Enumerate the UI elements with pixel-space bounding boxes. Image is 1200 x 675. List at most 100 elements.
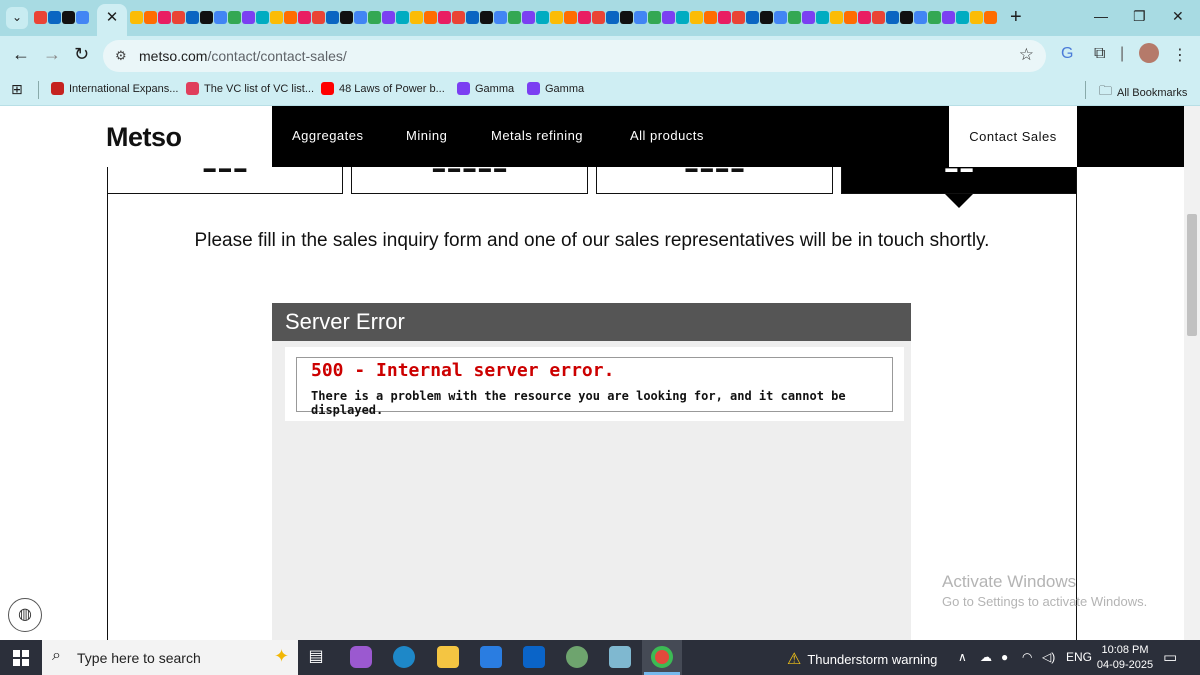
tab-favicon-icon[interactable]: [830, 11, 843, 24]
tab-favicon-icon[interactable]: [844, 11, 857, 24]
tab-favicon-icon[interactable]: [200, 11, 213, 24]
volume-icon[interactable]: ◁): [1042, 650, 1055, 664]
tab-favicon-icon[interactable]: [34, 11, 47, 24]
tab-favicon-icon[interactable]: [256, 11, 269, 24]
store-icon[interactable]: [480, 646, 502, 668]
system-clock[interactable]: 10:08 PM 04-09-2025: [1095, 643, 1155, 673]
tab-favicon-icon[interactable]: [158, 11, 171, 24]
microphone-icon[interactable]: ●: [1001, 650, 1008, 664]
inquiry-type-tab-3[interactable]: ▬ ▬ ▬ ▬: [596, 167, 833, 194]
wifi-icon[interactable]: ◠: [1022, 650, 1032, 664]
tab-favicon-icon[interactable]: [872, 11, 885, 24]
tab-favicon-icon[interactable]: [718, 11, 731, 24]
tab-favicon-icon[interactable]: [396, 11, 409, 24]
tab-favicon-icon[interactable]: [774, 11, 787, 24]
tab-favicon-icon[interactable]: [956, 11, 969, 24]
tab-favicon-icon[interactable]: [130, 11, 143, 24]
tab-favicon-icon[interactable]: [76, 11, 89, 24]
url-text[interactable]: metso.com/contact/contact-sales/: [139, 48, 347, 64]
bookmark-star-icon[interactable]: ☆: [1019, 45, 1034, 65]
nav-mining[interactable]: Mining: [406, 128, 447, 143]
pinned-tab-icons[interactable]: [34, 10, 89, 26]
nav-metals-refining[interactable]: Metals refining: [491, 128, 583, 143]
profile-avatar[interactable]: [1139, 43, 1159, 63]
tab-favicon-icon[interactable]: [606, 11, 619, 24]
tab-favicon-icon[interactable]: [480, 11, 493, 24]
tab-favicon-icon[interactable]: [620, 11, 633, 24]
windows-start-icon[interactable]: [13, 650, 29, 666]
file-explorer-icon[interactable]: [437, 646, 459, 668]
restore-button[interactable]: ❐: [1133, 8, 1146, 25]
chrome-icon[interactable]: [651, 646, 673, 668]
tab-favicon-icon[interactable]: [676, 11, 689, 24]
tab-favicon-icon[interactable]: [564, 11, 577, 24]
tab-favicon-icon[interactable]: [340, 11, 353, 24]
tab-favicon-icon[interactable]: [592, 11, 605, 24]
show-hidden-icons-chevron-icon[interactable]: ∧: [958, 650, 967, 664]
apps-grid-icon[interactable]: ⊞: [11, 81, 23, 98]
tab-favicon-icon[interactable]: [984, 11, 997, 24]
edge-icon[interactable]: [393, 646, 415, 668]
forward-arrow-icon[interactable]: →: [43, 44, 61, 65]
active-tab-close-button[interactable]: ✕: [97, 4, 127, 36]
notification-center-icon[interactable]: ▭: [1163, 648, 1177, 666]
cookie-settings-icon[interactable]: ◍: [8, 598, 42, 632]
new-tab-button[interactable]: +: [1010, 6, 1022, 29]
close-window-button[interactable]: ✕: [1172, 8, 1184, 25]
tab-search-button[interactable]: ⌄: [6, 7, 28, 29]
nav-aggregates[interactable]: Aggregates: [292, 128, 364, 143]
background-tab-icons[interactable]: [130, 10, 997, 26]
tab-favicon-icon[interactable]: [970, 11, 983, 24]
back-arrow-icon[interactable]: ←: [12, 44, 30, 65]
tab-favicon-icon[interactable]: [466, 11, 479, 24]
tab-favicon-icon[interactable]: [424, 11, 437, 24]
tab-favicon-icon[interactable]: [788, 11, 801, 24]
site-info-icon[interactable]: ⚙: [115, 48, 131, 64]
minimize-button[interactable]: —: [1094, 8, 1108, 24]
tab-favicon-icon[interactable]: [522, 11, 535, 24]
bookmark-gamma-2[interactable]: Gamma: [527, 82, 584, 95]
tab-favicon-icon[interactable]: [368, 11, 381, 24]
scrollbar-thumb[interactable]: [1187, 214, 1197, 336]
tab-favicon-icon[interactable]: [228, 11, 241, 24]
menu-kebab-icon[interactable]: ⋮: [1172, 45, 1188, 65]
task-view-icon[interactable]: ▤: [305, 646, 327, 668]
cloud-icon[interactable]: ☁: [980, 650, 992, 664]
tab-favicon-icon[interactable]: [704, 11, 717, 24]
tab-favicon-icon[interactable]: [746, 11, 759, 24]
weather-widget[interactable]: ⚠ Thunderstorm warning: [787, 649, 937, 669]
bookmark-gamma-1[interactable]: Gamma: [457, 82, 514, 95]
inquiry-type-tab-active[interactable]: ▬ ▬: [841, 167, 1077, 194]
tab-favicon-icon[interactable]: [242, 11, 255, 24]
bookmark-international-expansion[interactable]: International Expans...: [51, 82, 178, 95]
inquiry-type-tab-1[interactable]: ▬ ▬ ▬: [107, 167, 343, 194]
reload-icon[interactable]: ↻: [74, 44, 89, 65]
tab-favicon-icon[interactable]: [214, 11, 227, 24]
tab-favicon-icon[interactable]: [312, 11, 325, 24]
tab-favicon-icon[interactable]: [172, 11, 185, 24]
tab-favicon-icon[interactable]: [186, 11, 199, 24]
tab-favicon-icon[interactable]: [760, 11, 773, 24]
tab-favicon-icon[interactable]: [858, 11, 871, 24]
tab-favicon-icon[interactable]: [48, 11, 61, 24]
tab-favicon-icon[interactable]: [802, 11, 815, 24]
translate-icon[interactable]: G: [1061, 45, 1073, 63]
metso-logo[interactable]: Metso: [106, 122, 182, 153]
tab-favicon-icon[interactable]: [410, 11, 423, 24]
tab-favicon-icon[interactable]: [536, 11, 549, 24]
language-indicator[interactable]: ENG: [1066, 650, 1092, 664]
all-bookmarks-button[interactable]: 🗀 All Bookmarks: [1099, 82, 1187, 104]
contact-sales-button[interactable]: Contact Sales: [949, 106, 1077, 167]
tab-favicon-icon[interactable]: [816, 11, 829, 24]
tab-favicon-icon[interactable]: [452, 11, 465, 24]
outlook-icon[interactable]: [523, 646, 545, 668]
tab-favicon-icon[interactable]: [382, 11, 395, 24]
tab-favicon-icon[interactable]: [886, 11, 899, 24]
extensions-icon[interactable]: ⧉: [1094, 45, 1105, 63]
tab-favicon-icon[interactable]: [270, 11, 283, 24]
tab-favicon-icon[interactable]: [662, 11, 675, 24]
tab-favicon-icon[interactable]: [900, 11, 913, 24]
tab-favicon-icon[interactable]: [928, 11, 941, 24]
tab-favicon-icon[interactable]: [578, 11, 591, 24]
tab-favicon-icon[interactable]: [354, 11, 367, 24]
